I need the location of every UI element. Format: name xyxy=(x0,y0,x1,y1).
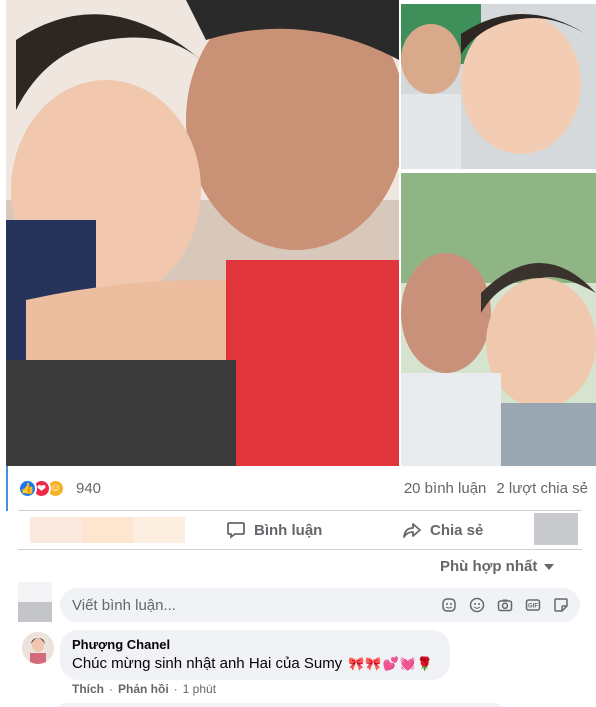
share-icon xyxy=(403,523,421,538)
post-photo-secondary-2[interactable] xyxy=(401,173,596,466)
comment-sort-dropdown[interactable]: Phù hợp nhất xyxy=(440,558,555,575)
comment-input[interactable]: Viết bình luận... xyxy=(72,597,176,614)
sticker-icon[interactable] xyxy=(552,596,570,614)
share-button[interactable]: Chia sẻ xyxy=(402,520,483,540)
like-icon: 👍 xyxy=(18,478,37,498)
comment-composer[interactable]: Viết bình luận... GIF xyxy=(60,588,580,622)
comment-icon xyxy=(227,522,245,539)
reaction-count[interactable]: 940 xyxy=(76,480,101,497)
comment-author[interactable]: Phượng Chanel xyxy=(72,637,438,652)
sticker-face-icon[interactable] xyxy=(440,596,458,614)
camera-icon[interactable] xyxy=(496,596,514,614)
accent-bar xyxy=(6,466,8,511)
comment-reply-link[interactable]: Phản hồi xyxy=(118,682,169,696)
reactions-row: 👍 ❤ ☺ 940 20 bình luận 2 lượt chia sẻ xyxy=(18,466,588,510)
divider xyxy=(18,549,582,550)
comment-body: Chúc mừng sinh nhật anh Hai của Sumy xyxy=(72,655,343,672)
comment-button[interactable]: Bình luận xyxy=(226,520,322,540)
gif-icon[interactable]: GIF xyxy=(524,596,542,614)
comment-timestamp[interactable]: 1 phút xyxy=(183,682,216,696)
comment-text: Chúc mừng sinh nhật anh Hai của Sumy 🎀🎀💕… xyxy=(72,655,438,672)
post-photo-main[interactable] xyxy=(6,0,399,466)
post-photo-secondary-1[interactable] xyxy=(401,4,596,169)
share-button-label: Chia sẻ xyxy=(430,521,484,539)
emoji-icon[interactable] xyxy=(468,596,486,614)
caret-down-icon xyxy=(544,563,555,570)
sort-label: Phù hợp nhất xyxy=(440,558,538,575)
comment-actions: Thích · Phản hồi · 1 phút xyxy=(72,682,217,696)
audience-selector-blurred[interactable] xyxy=(534,513,578,545)
post-photo-grid xyxy=(0,0,596,466)
comment-button-label: Bình luận xyxy=(254,521,323,539)
post-action-bar: Bình luận Chia sẻ xyxy=(18,511,588,549)
comment-like-link[interactable]: Thích xyxy=(72,682,104,696)
comment-emoji: 🎀🎀💕💓🌹 xyxy=(348,655,435,671)
comment-bubble: Phượng Chanel Chúc mừng sinh nhật anh Ha… xyxy=(60,630,450,680)
comment-count[interactable]: 20 bình luận xyxy=(404,480,487,497)
reaction-icons[interactable]: 👍 ❤ ☺ xyxy=(18,478,65,498)
next-comment-edge xyxy=(60,703,500,707)
svg-text:GIF: GIF xyxy=(528,604,538,610)
share-count[interactable]: 2 lượt chia sẻ xyxy=(496,480,588,497)
like-button-blurred[interactable] xyxy=(30,517,186,543)
commenter-avatar[interactable] xyxy=(22,632,54,664)
current-user-avatar[interactable] xyxy=(18,582,52,622)
